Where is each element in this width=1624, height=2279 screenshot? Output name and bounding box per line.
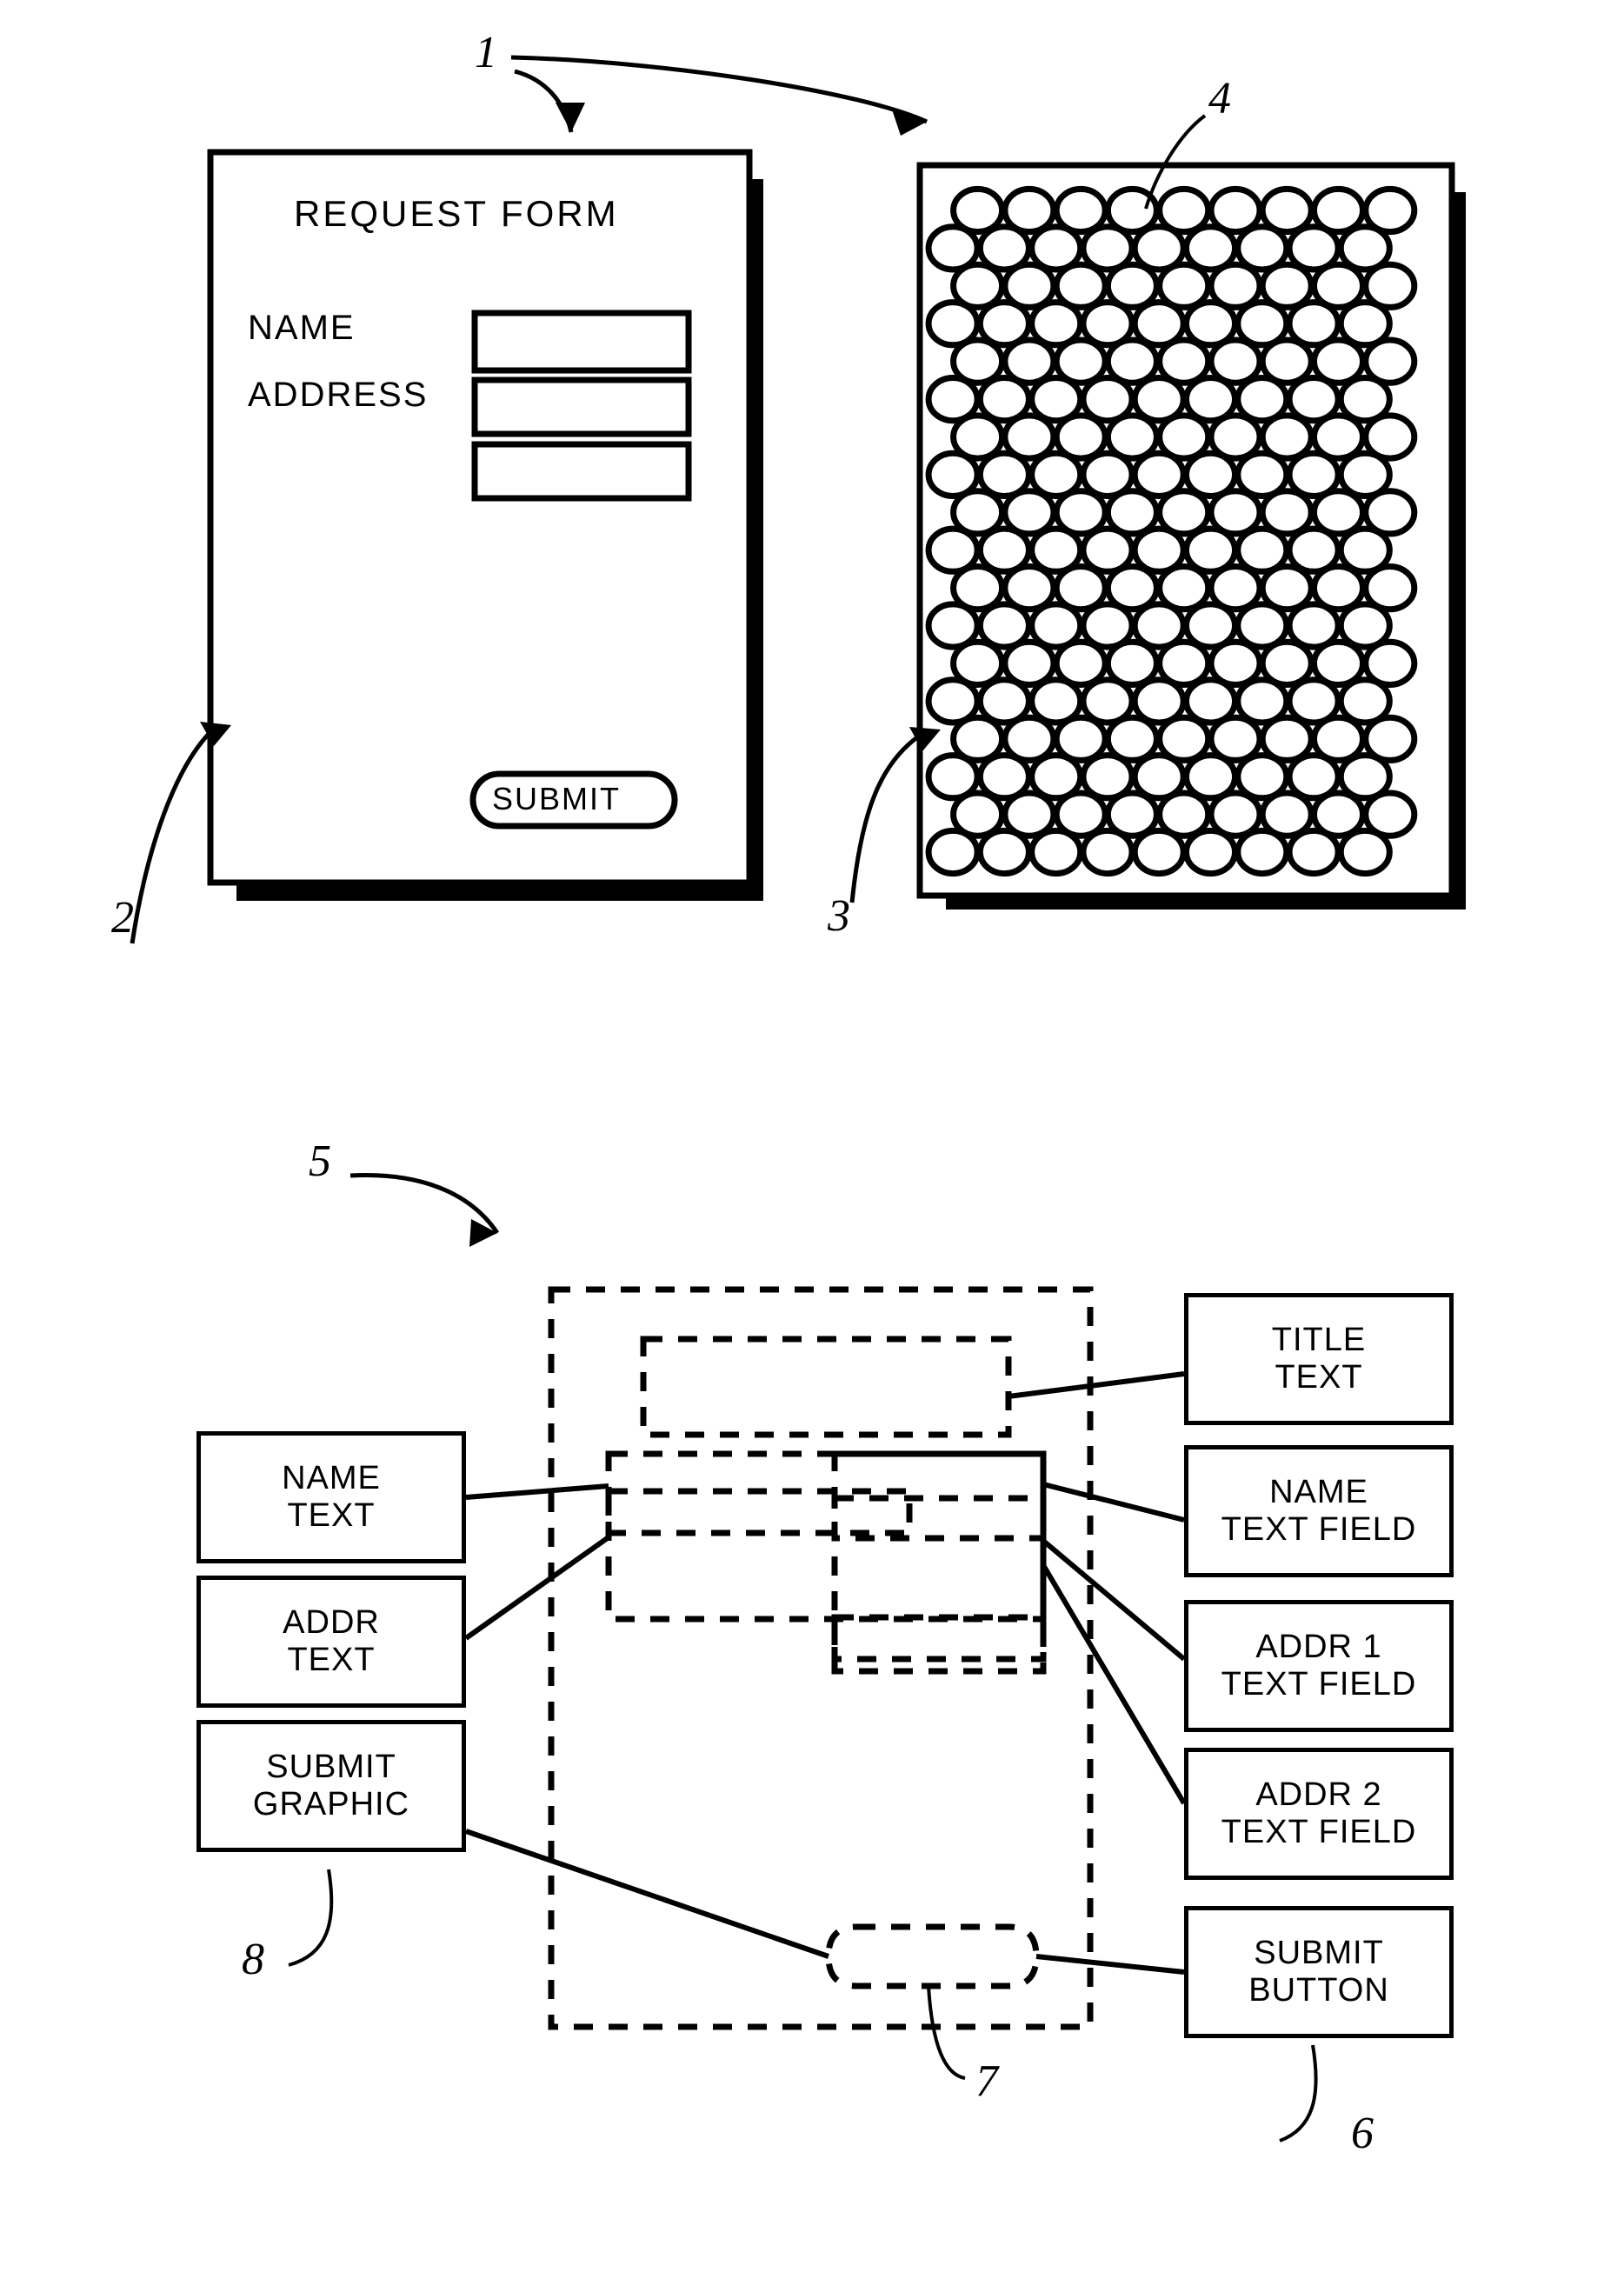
form-submit-button-label[interactable]: SUBMIT [492, 781, 621, 817]
numeral-1: 1 [475, 28, 497, 77]
name-text-field [471, 310, 692, 374]
box-addr1-text-field-line1: ADDR 1 [1255, 1629, 1382, 1666]
dashed-structure [548, 1286, 1094, 2030]
box-title-text-line2: TEXT [1275, 1359, 1363, 1396]
connector-title-text [1008, 1371, 1185, 1399]
box-name-text-field: NAME TEXT FIELD [1184, 1445, 1454, 1577]
connector-name-field [1042, 1482, 1185, 1523]
numeral-2: 2 [111, 893, 134, 943]
box-addr2-text-field-line2: TEXT FIELD [1221, 1814, 1417, 1850]
box-name-text-field-line2: TEXT FIELD [1221, 1511, 1417, 1548]
connectors-left [464, 1483, 829, 1959]
box-name-text-line2: TEXT [287, 1497, 376, 1534]
box-addr-text-line2: TEXT [287, 1642, 376, 1678]
leader-7 [927, 1985, 966, 2080]
form-label-name: NAME [248, 309, 356, 347]
connector-submit-graphic [465, 1829, 829, 1959]
box-submit-graphic-line2: GRAPHIC [252, 1786, 410, 1823]
leader-5 [349, 1173, 500, 1247]
connector-name-text [465, 1483, 609, 1500]
box-addr-text: ADDR TEXT [196, 1576, 466, 1708]
leader-6 [1279, 2044, 1318, 2142]
box-submit-graphic: SUBMIT GRAPHIC [196, 1720, 466, 1852]
request-form-document [207, 149, 763, 901]
leader-1 [510, 55, 928, 136]
box-submit-button-line2: BUTTON [1248, 1972, 1389, 2009]
box-title-text: TITLE TEXT [1184, 1293, 1454, 1425]
bitmap-document [916, 162, 1466, 910]
dashed-addr2-row [831, 1614, 1047, 1663]
connector-submit-button [1035, 1954, 1185, 1975]
box-addr-text-line1: ADDR [283, 1604, 380, 1642]
box-addr1-text-field-line2: TEXT FIELD [1221, 1666, 1417, 1703]
box-addr2-text-field-line1: ADDR 2 [1255, 1776, 1382, 1814]
addr2-text-field [471, 441, 692, 502]
numeral-3: 3 [828, 891, 850, 941]
box-name-text-field-line1: NAME [1269, 1474, 1368, 1511]
request-form-title: REQUEST FORM [294, 193, 619, 234]
form-label-address: ADDRESS [248, 376, 429, 414]
box-addr2-text-field: ADDR 2 TEXT FIELD [1184, 1748, 1454, 1880]
numeral-4: 4 [1208, 74, 1231, 123]
dashed-submit-pill [825, 1923, 1040, 1989]
numeral-7: 7 [975, 2056, 998, 2106]
box-submit-button: SUBMIT BUTTON [1184, 1906, 1454, 2038]
numeral-6: 6 [1351, 2109, 1374, 2158]
box-name-text-line1: NAME [282, 1460, 381, 1497]
box-addr1-text-field: ADDR 1 TEXT FIELD [1184, 1600, 1454, 1732]
addr1-text-field [471, 377, 692, 437]
numeral-8: 8 [242, 1935, 264, 1984]
box-title-text-line1: TITLE [1271, 1322, 1367, 1359]
box-submit-button-line1: SUBMIT [1254, 1935, 1384, 1972]
figure-page: 1 2 3 4 5 6 7 8 REQUEST FORM NAME ADDRES… [0, 0, 1624, 2279]
numeral-5: 5 [309, 1136, 331, 1186]
box-name-text: NAME TEXT [196, 1431, 466, 1563]
dashed-name-row [605, 1488, 913, 1536]
box-submit-graphic-line1: SUBMIT [266, 1749, 396, 1786]
connector-addr-text [464, 1535, 610, 1641]
leader-8 [288, 1869, 334, 1967]
dashed-title-region [640, 1336, 1012, 1438]
dashed-addr-block [831, 1450, 1047, 1675]
